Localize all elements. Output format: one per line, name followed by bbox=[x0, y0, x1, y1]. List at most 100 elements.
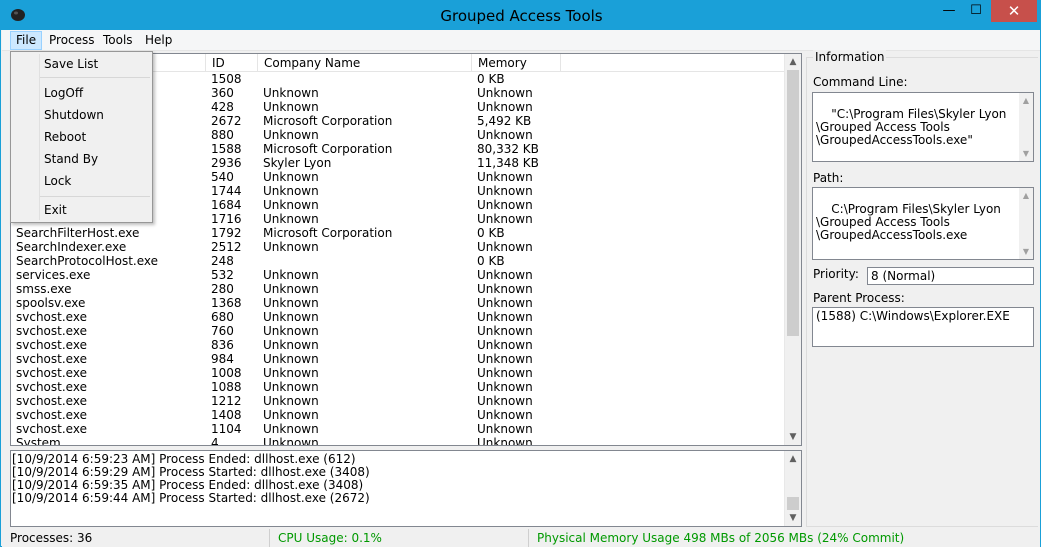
scroll-up-icon[interactable]: ▲ bbox=[785, 451, 801, 467]
status-memory: Physical Memory Usage 498 MBs of 2056 MB… bbox=[528, 529, 1040, 547]
company-cell: Skyler Lyon bbox=[263, 156, 332, 170]
menu-item-logoff[interactable]: LogOff bbox=[12, 83, 151, 103]
process-id-cell: 1744 bbox=[211, 184, 242, 198]
priority-field[interactable]: 8 (Normal) bbox=[867, 267, 1034, 285]
process-list-scrollbar[interactable]: ▲ ▼ bbox=[784, 54, 801, 445]
memory-cell: Unknown bbox=[477, 268, 533, 282]
process-id-cell: 1508 bbox=[211, 72, 242, 86]
memory-cell: Unknown bbox=[477, 310, 533, 324]
menu-item-exit[interactable]: Exit bbox=[12, 200, 151, 220]
table-row[interactable]: services.exe 532 Unknown Unknown bbox=[11, 268, 786, 282]
column-id-header[interactable]: ID bbox=[206, 54, 258, 72]
company-cell: Unknown bbox=[263, 184, 319, 198]
company-cell: Unknown bbox=[263, 268, 319, 282]
table-row[interactable]: svchost.exe 1088 Unknown Unknown bbox=[11, 380, 786, 394]
column-memory-header[interactable]: Memory bbox=[472, 54, 561, 72]
column-company-header[interactable]: Company Name bbox=[258, 54, 472, 72]
process-id-cell: 1088 bbox=[211, 380, 242, 394]
memory-cell: Unknown bbox=[477, 338, 533, 352]
memory-cell: Unknown bbox=[477, 408, 533, 422]
table-row[interactable]: svchost.exe 1212 Unknown Unknown bbox=[11, 394, 786, 408]
scroll-thumb[interactable] bbox=[787, 70, 799, 336]
company-cell: Unknown bbox=[263, 380, 319, 394]
parent-process-field[interactable]: (1588) C:\Windows\Explorer.EXE bbox=[812, 307, 1034, 347]
event-log-body: [10/9/2014 6:59:23 AM] Process Ended: dl… bbox=[11, 453, 370, 505]
path-scrollbar[interactable]: ▲ ▼ bbox=[1019, 188, 1033, 259]
maximize-button[interactable]: ☐ bbox=[964, 0, 988, 22]
menu-process[interactable]: Process bbox=[43, 31, 101, 50]
process-id-cell: 248 bbox=[211, 254, 234, 268]
process-id-cell: 1684 bbox=[211, 198, 242, 212]
memory-cell: 11,348 KB bbox=[477, 156, 539, 170]
table-row[interactable]: spoolsv.exe 1368 Unknown Unknown bbox=[11, 296, 786, 310]
table-row[interactable]: svchost.exe 760 Unknown Unknown bbox=[11, 324, 786, 338]
menu-help[interactable]: Help bbox=[139, 31, 178, 50]
scroll-up-icon[interactable]: ▲ bbox=[785, 54, 801, 70]
memory-cell: Unknown bbox=[477, 436, 533, 446]
scroll-thumb[interactable] bbox=[787, 497, 799, 510]
path-field[interactable]: C:\Program Files\Skyler Lyon \Grouped Ac… bbox=[812, 187, 1034, 260]
memory-cell: Unknown bbox=[477, 128, 533, 142]
title-bar[interactable]: Grouped Access Tools — ☐ ✕ bbox=[1, 0, 1041, 30]
menu-item-save-list[interactable]: Save List bbox=[12, 54, 151, 74]
minimize-button[interactable]: — bbox=[937, 0, 961, 22]
menu-item-shutdown[interactable]: Shutdown bbox=[12, 105, 151, 125]
menu-tools[interactable]: Tools bbox=[97, 31, 139, 50]
scroll-down-icon[interactable]: ▼ bbox=[785, 429, 801, 445]
table-row[interactable]: SearchIndexer.exe 2512 Unknown Unknown bbox=[11, 240, 786, 254]
status-cpu: CPU Usage: 0.1% bbox=[269, 529, 528, 547]
table-row[interactable]: smss.exe 280 Unknown Unknown bbox=[11, 282, 786, 296]
process-id-cell: 2936 bbox=[211, 156, 242, 170]
app-icon bbox=[11, 9, 25, 21]
company-cell: Microsoft Corporation bbox=[263, 142, 393, 156]
memory-cell: 0 KB bbox=[477, 254, 505, 268]
table-row[interactable]: svchost.exe 836 Unknown Unknown bbox=[11, 338, 786, 352]
table-row[interactable]: SearchProtocolHost.exe 248 0 KB bbox=[11, 254, 786, 268]
company-cell: Unknown bbox=[263, 128, 319, 142]
company-cell: Unknown bbox=[263, 282, 319, 296]
process-id-cell: 360 bbox=[211, 86, 234, 100]
menu-file[interactable]: File bbox=[10, 31, 43, 50]
command-line-scrollbar[interactable]: ▲ ▼ bbox=[1019, 93, 1033, 161]
scroll-down-icon[interactable]: ▼ bbox=[785, 510, 801, 526]
company-cell: Unknown bbox=[263, 170, 319, 184]
process-name-cell: svchost.exe bbox=[16, 338, 87, 352]
table-row[interactable]: SearchFilterHost.exe 1792 Microsoft Corpor… bbox=[11, 226, 786, 240]
company-cell: Unknown bbox=[263, 86, 319, 100]
process-name-cell: svchost.exe bbox=[16, 324, 87, 338]
event-log-scrollbar[interactable]: ▲ ▼ bbox=[784, 451, 801, 526]
company-cell: Unknown bbox=[263, 310, 319, 324]
process-id-cell: 532 bbox=[211, 268, 234, 282]
table-row[interactable]: System 4 Unknown Unknown bbox=[11, 436, 786, 446]
information-group-title: Information bbox=[813, 50, 887, 64]
table-row[interactable]: svchost.exe 680 Unknown Unknown bbox=[11, 310, 786, 324]
process-id-cell: 680 bbox=[211, 310, 234, 324]
memory-cell: Unknown bbox=[477, 366, 533, 380]
parent-process-label: Parent Process: bbox=[813, 291, 905, 305]
process-id-cell: 836 bbox=[211, 338, 234, 352]
menu-item-stand-by[interactable]: Stand By bbox=[12, 149, 151, 169]
table-row[interactable]: svchost.exe 1008 Unknown Unknown bbox=[11, 366, 786, 380]
menu-separator bbox=[40, 77, 150, 78]
log-line: [10/9/2014 6:59:44 AM] Process Started: … bbox=[12, 491, 370, 505]
process-name-cell: SearchProtocolHost.exe bbox=[16, 254, 159, 268]
command-line-field[interactable]: "C:\Program Files\Skyler Lyon \Grouped A… bbox=[812, 92, 1034, 162]
close-button[interactable]: ✕ bbox=[991, 0, 1037, 22]
menu-item-lock[interactable]: Lock bbox=[12, 171, 151, 191]
path-label: Path: bbox=[813, 171, 844, 185]
command-line-value: "C:\Program Files\Skyler Lyon \Grouped A… bbox=[816, 107, 1007, 147]
memory-cell: Unknown bbox=[477, 212, 533, 226]
table-row[interactable]: svchost.exe 1104 Unknown Unknown bbox=[11, 422, 786, 436]
process-id-cell: 540 bbox=[211, 170, 234, 184]
table-row[interactable]: svchost.exe 984 Unknown Unknown bbox=[11, 352, 786, 366]
memory-cell: 0 KB bbox=[477, 72, 505, 86]
company-cell: Unknown bbox=[263, 100, 319, 114]
table-row[interactable]: svchost.exe 1408 Unknown Unknown bbox=[11, 408, 786, 422]
menu-item-reboot[interactable]: Reboot bbox=[12, 127, 151, 147]
memory-cell: Unknown bbox=[477, 296, 533, 310]
process-id-cell: 280 bbox=[211, 282, 234, 296]
memory-cell: Unknown bbox=[477, 184, 533, 198]
priority-label: Priority: bbox=[813, 267, 859, 281]
company-cell: Unknown bbox=[263, 352, 319, 366]
event-log[interactable]: [10/9/2014 6:59:23 AM] Process Ended: dl… bbox=[10, 450, 802, 527]
